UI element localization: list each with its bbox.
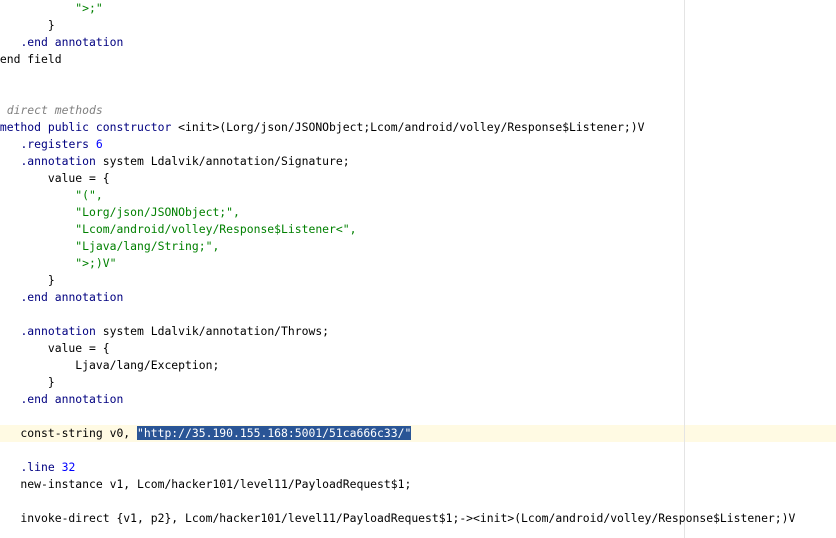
- code-keyword: .annotation: [20, 154, 96, 168]
- code-line[interactable]: }: [0, 272, 55, 289]
- code-line[interactable]: "Lorg/json/JSONObject;",: [0, 204, 240, 221]
- code-line[interactable]: invoke-direct {v1, p2}, Lcom/hacker101/l…: [0, 510, 795, 527]
- code-line[interactable]: value = {: [0, 340, 110, 357]
- code-line[interactable]: const-string v0, "http://35.190.155.168:…: [0, 425, 412, 442]
- code-string: ">;)V": [0, 256, 117, 270]
- code-string: "Ljava/lang/String;",: [0, 239, 220, 253]
- code-line[interactable]: .annotation system Ldalvik/annotation/Th…: [0, 323, 329, 340]
- code-string: ">;": [0, 1, 103, 15]
- code-line[interactable]: .end annotation: [0, 391, 123, 408]
- code-line[interactable]: .end annotation: [0, 289, 123, 306]
- code-string: "Lcom/android/volley/Response$Listener<"…: [0, 222, 357, 236]
- code-comment: # direct methods: [0, 103, 103, 117]
- code-text: system Ldalvik/annotation/Signature;: [95, 154, 350, 168]
- code-string: "Lorg/json/JSONObject;",: [0, 205, 240, 219]
- code-text: Ljava/lang/Exception;: [0, 358, 220, 372]
- code-text: <init>(Lorg/json/JSONObject;Lcom/android…: [171, 120, 645, 134]
- code-text: new-instance v1, Lcom/hacker101/level11/…: [0, 477, 412, 491]
- code-line[interactable]: .method public constructor <init>(Lorg/j…: [0, 119, 645, 136]
- code-text: }: [47, 18, 55, 32]
- code-text: }: [47, 375, 55, 389]
- code-line[interactable]: ">;": [0, 0, 103, 17]
- code-keyword: .method public constructor: [0, 120, 172, 134]
- code-keyword: .annotation: [20, 324, 96, 338]
- code-text: .end field: [0, 52, 62, 66]
- code-text: system Ldalvik/annotation/Throws;: [95, 324, 330, 338]
- code-line[interactable]: "Ljava/lang/String;",: [0, 238, 219, 255]
- code-line[interactable]: .end field: [0, 51, 62, 68]
- right-margin-guide: [684, 0, 685, 538]
- code-keyword: .end annotation: [20, 392, 124, 406]
- code-number: 32: [61, 460, 76, 474]
- code-line[interactable]: # direct methods: [0, 102, 103, 119]
- code-string: "(",: [0, 188, 103, 202]
- code-line[interactable]: value = {: [0, 170, 110, 187]
- code-line[interactable]: }: [0, 374, 55, 391]
- code-line[interactable]: }: [0, 17, 55, 34]
- code-keyword: .line: [20, 460, 55, 474]
- code-line[interactable]: "(",: [0, 187, 103, 204]
- code-number: 6: [95, 137, 103, 151]
- code-line[interactable]: Ljava/lang/Exception;: [0, 357, 219, 374]
- code-text: value = {: [0, 171, 110, 185]
- code-text: const-string v0,: [0, 426, 138, 440]
- code-text: invoke-direct {v1, p2}, Lcom/hacker101/l…: [0, 511, 796, 525]
- code-editor[interactable]: ">;" } .end annotation .end field # direct…: [0, 0, 836, 538]
- code-line[interactable]: .line 32: [0, 459, 75, 476]
- code-line[interactable]: .annotation system Ldalvik/annotation/Si…: [0, 153, 350, 170]
- code-keyword: .registers: [20, 137, 90, 151]
- code-line[interactable]: "Lcom/android/volley/Response$Listener<"…: [0, 221, 356, 238]
- code-text: }: [47, 273, 55, 287]
- code-line[interactable]: .end annotation: [0, 34, 123, 51]
- code-text: value = {: [0, 341, 110, 355]
- selected-url-string: "http://35.190.155.168:5001/51ca666c33/": [137, 426, 412, 440]
- code-keyword: .end annotation: [20, 35, 124, 49]
- code-keyword: .end annotation: [20, 290, 124, 304]
- code-line[interactable]: new-instance v1, Lcom/hacker101/level11/…: [0, 476, 411, 493]
- code-line[interactable]: .registers 6: [0, 136, 103, 153]
- code-line[interactable]: ">;)V": [0, 255, 116, 272]
